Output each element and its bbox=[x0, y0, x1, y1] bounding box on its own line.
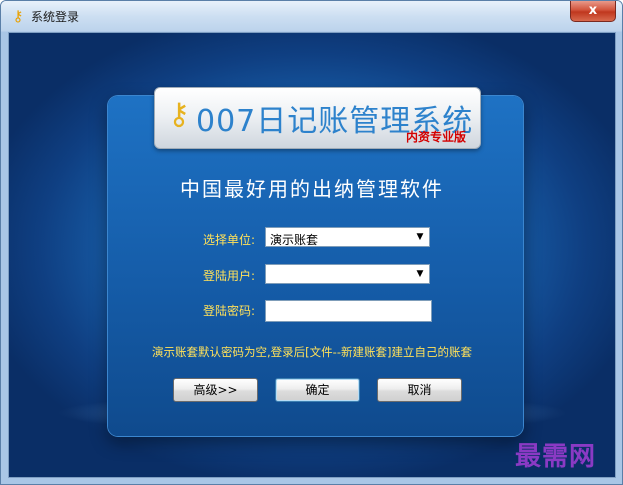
title-bar[interactable]: ⚷ 系统登录 x bbox=[1, 1, 622, 31]
app-key-icon: ⚷ bbox=[168, 97, 190, 132]
unit-label: 选择单位: bbox=[202, 233, 255, 247]
logo-subtitle: 内资专业版 bbox=[405, 130, 466, 144]
login-client-area: ⚷ 007日记账管理系统 内资专业版 中国最好用的出纳管理软件 选择单位: 演示… bbox=[8, 32, 616, 478]
user-select[interactable]: ▼ bbox=[265, 264, 430, 284]
default-password-hint: 演示账套默认密码为空,登录后[文件--新建账套]建立自己的账套 bbox=[152, 345, 472, 359]
password-input[interactable] bbox=[265, 300, 432, 322]
ok-button[interactable]: 确定 bbox=[275, 378, 360, 402]
logo-banner: ⚷ 007日记账管理系统 内资专业版 bbox=[154, 87, 481, 149]
password-label: 登陆密码: bbox=[202, 304, 255, 318]
triangle-down-icon[interactable]: ▼ bbox=[413, 230, 427, 244]
window-title: 系统登录 bbox=[31, 10, 80, 24]
triangle-down-icon[interactable]: ▼ bbox=[413, 267, 427, 281]
login-window: ⚷ 系统登录 x ⚷ 007日记账管理系统 内资专业版 中国最好用的出纳管理软件… bbox=[0, 0, 623, 485]
watermark: 最需网 bbox=[515, 442, 597, 472]
advanced-button[interactable]: 高级>> bbox=[173, 378, 258, 402]
close-button[interactable]: x bbox=[570, 1, 616, 22]
unit-select-value: 演示账套 bbox=[270, 233, 319, 247]
cancel-button[interactable]: 取消 bbox=[377, 378, 462, 402]
app-key-icon: ⚷ bbox=[12, 7, 24, 25]
slogan: 中国最好用的出纳管理软件 bbox=[180, 177, 444, 201]
user-label: 登陆用户: bbox=[202, 269, 255, 283]
unit-select[interactable]: 演示账套 ▼ bbox=[265, 227, 430, 247]
